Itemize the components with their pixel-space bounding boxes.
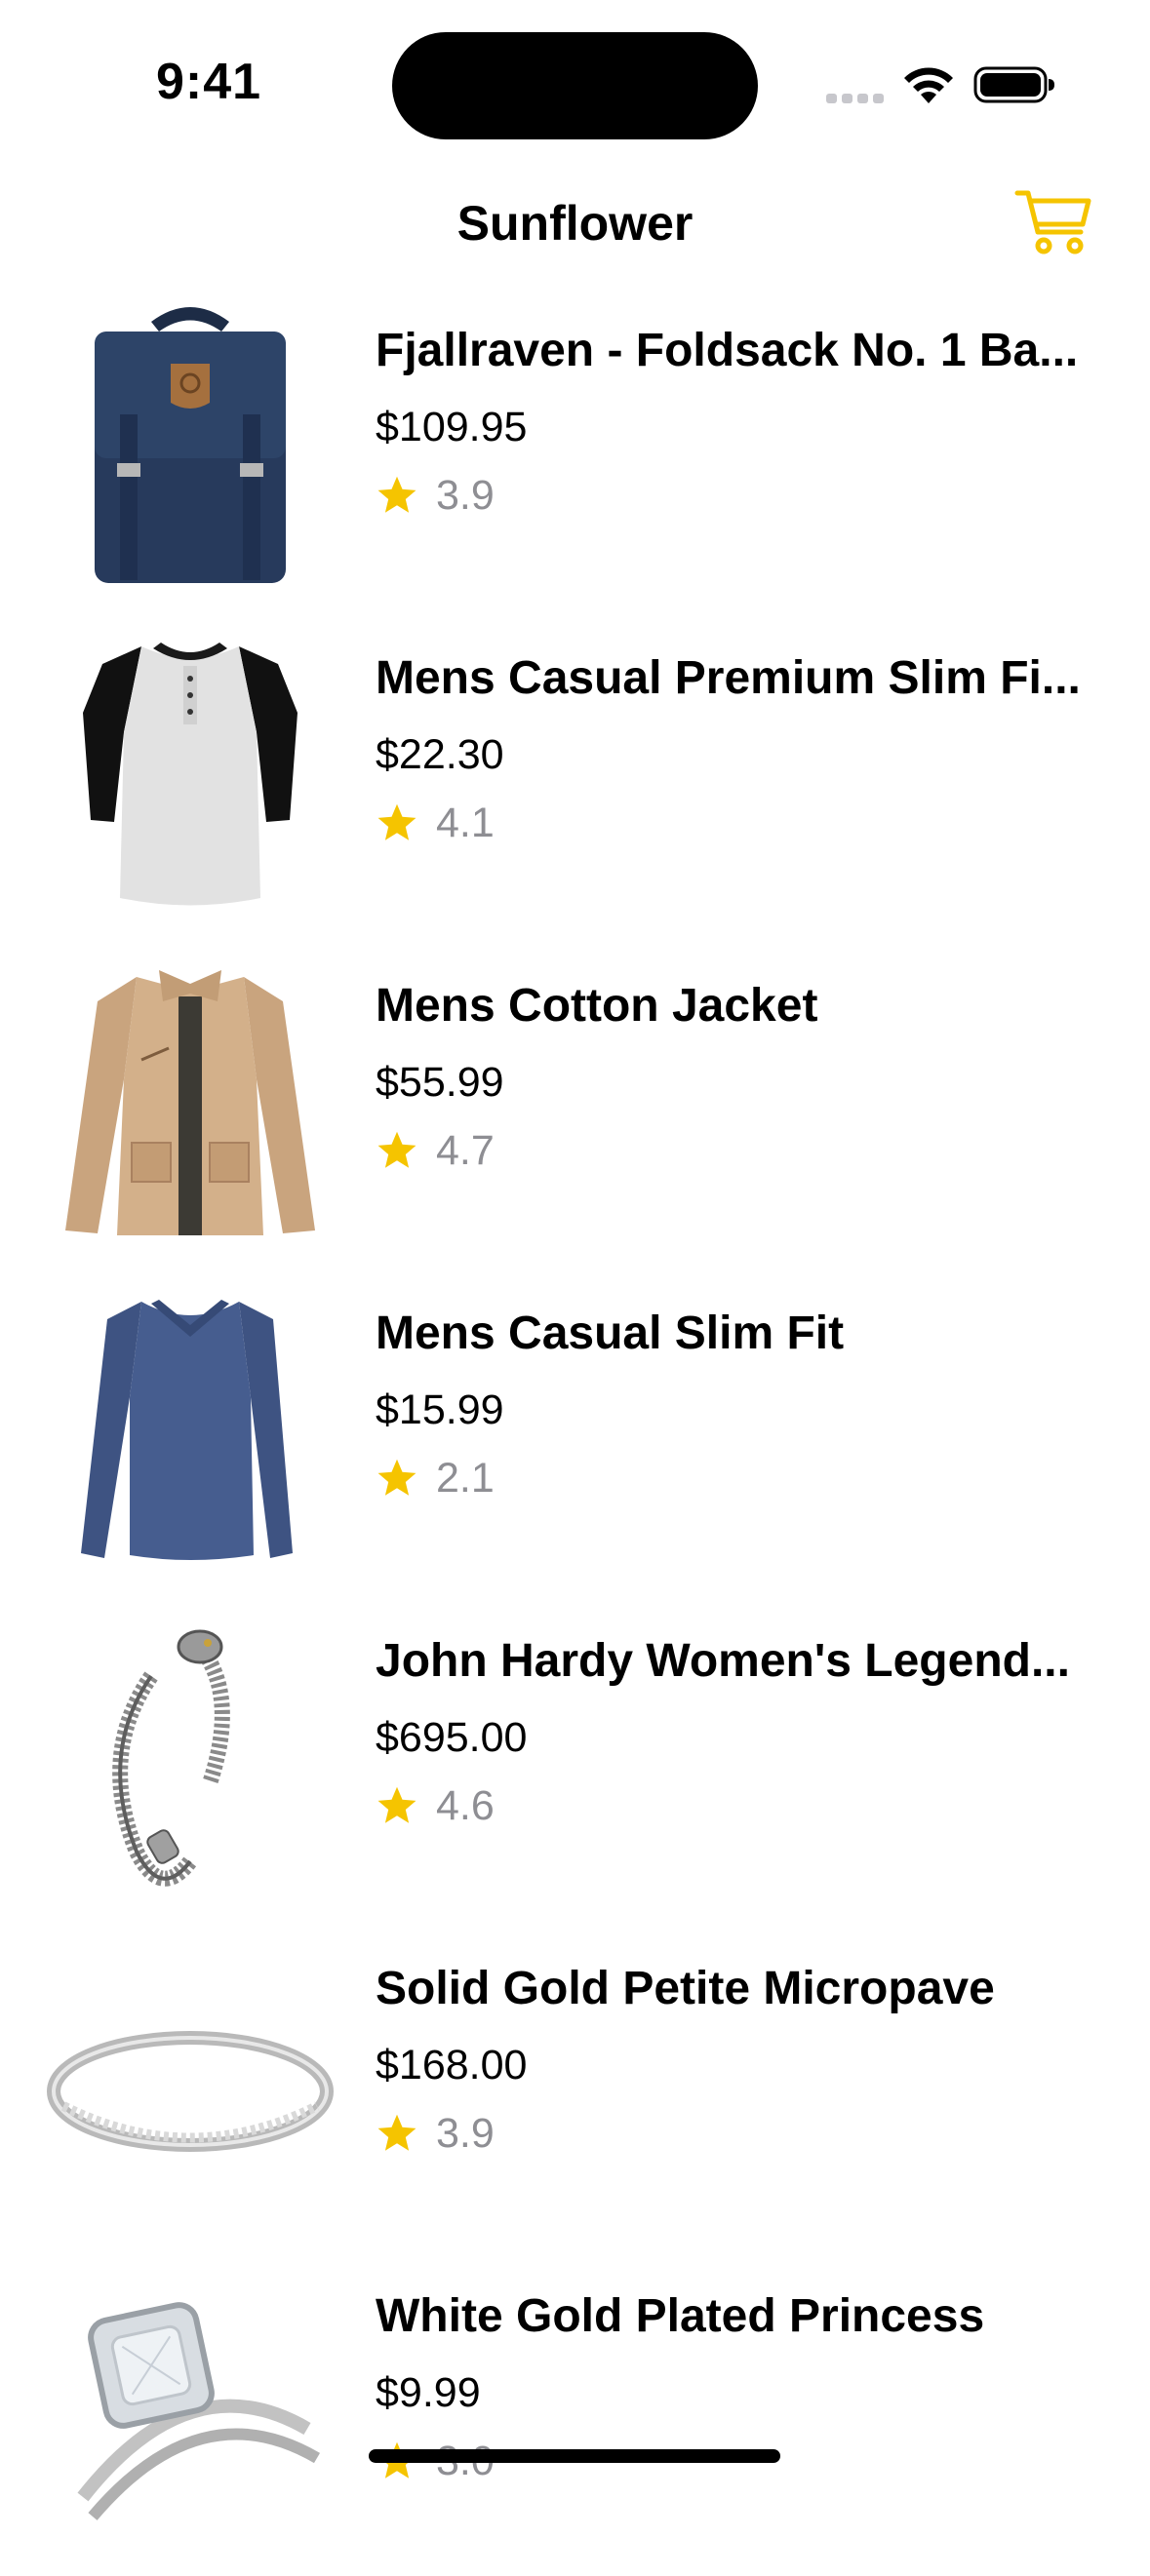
rating-value: 4.7: [436, 1127, 495, 1174]
long-sleeve-tee-image: [81, 1300, 293, 1560]
product-price: $695.00: [376, 1714, 528, 1761]
star-icon: [377, 476, 416, 513]
product-image: [44, 625, 337, 917]
product-title: Solid Gold Petite Micropave: [376, 1963, 995, 2014]
product-price: $168.00: [376, 2042, 528, 2088]
product-image: [44, 1280, 337, 1573]
navigation-bar: Sunflower: [0, 166, 1150, 283]
dynamic-island: [392, 32, 758, 139]
product-image: [44, 1935, 337, 2228]
product-image: [44, 1608, 337, 1900]
product-rating: 4.7: [376, 1125, 1107, 1176]
micropave-ring-image: [47, 2031, 334, 2152]
product-row[interactable]: Mens Cotton Jacket $55.99 4.7: [0, 938, 1150, 1266]
product-title: Mens Casual Slim Fit: [376, 1308, 845, 1359]
product-rating: 3.9: [376, 470, 1107, 521]
rating-value: 3.9: [436, 472, 495, 519]
product-price: $55.99: [376, 1059, 504, 1106]
product-title: White Gold Plated Princess: [376, 2290, 985, 2342]
bracelet-image: [112, 1629, 230, 1887]
tshirt-image: [83, 643, 297, 906]
product-price: $22.30: [376, 731, 504, 778]
wifi-icon: [904, 67, 953, 103]
rating-value: 4.1: [436, 800, 495, 846]
rating-value: 3.9: [436, 2110, 495, 2157]
product-row[interactable]: Solid Gold Petite Micropave $168.00 3.9: [0, 1921, 1150, 2248]
cart-icon: [1014, 190, 1091, 254]
star-icon: [377, 1131, 416, 1168]
product-row[interactable]: Fjallraven - Foldsack No. 1 Ba... $109.9…: [0, 283, 1150, 610]
product-title: Fjallraven - Foldsack No. 1 Ba...: [376, 325, 1079, 376]
product-title: Mens Cotton Jacket: [376, 980, 818, 1032]
home-indicator[interactable]: [369, 2449, 780, 2463]
product-rating: 2.1: [376, 1453, 1107, 1503]
status-time: 9:41: [156, 54, 262, 110]
product-price: $15.99: [376, 1386, 504, 1433]
product-rating: 3.9: [376, 2108, 1107, 2159]
rating-value: 4.6: [436, 1782, 495, 1829]
product-image: [44, 2263, 337, 2556]
product-image: [44, 953, 337, 1245]
star-icon: [377, 803, 416, 840]
product-list: Fjallraven - Foldsack No. 1 Ba... $109.9…: [0, 283, 1150, 2576]
jacket-image: [65, 970, 315, 1235]
star-icon: [377, 2114, 416, 2151]
rating-value: 2.1: [436, 1455, 495, 1502]
product-row[interactable]: Mens Casual Premium Slim Fi... $22.30 4.…: [0, 610, 1150, 938]
backpack-image: [95, 307, 286, 583]
product-title: Mens Casual Premium Slim Fi...: [376, 652, 1081, 704]
product-row[interactable]: White Gold Plated Princess $9.99 3.0: [0, 2248, 1150, 2576]
product-rating: 4.6: [376, 1780, 1107, 1831]
battery-icon: [973, 66, 1054, 103]
product-row[interactable]: Mens Casual Slim Fit $15.99 2.1: [0, 1266, 1150, 1593]
star-icon: [377, 1786, 416, 1823]
cart-button[interactable]: [1014, 187, 1092, 255]
status-bar: 9:41: [0, 0, 1150, 166]
product-row[interactable]: John Hardy Women's Legend... $695.00 4.6: [0, 1593, 1150, 1921]
product-image: [44, 297, 337, 590]
star-icon: [377, 1459, 416, 1496]
product-rating: 4.1: [376, 798, 1107, 848]
cellular-signal-icon: [826, 94, 884, 103]
product-title: John Hardy Women's Legend...: [376, 1635, 1070, 1687]
product-price: $109.95: [376, 404, 528, 450]
page-title: Sunflower: [456, 196, 694, 251]
princess-ring-image: [77, 2302, 321, 2520]
product-price: $9.99: [376, 2369, 481, 2416]
